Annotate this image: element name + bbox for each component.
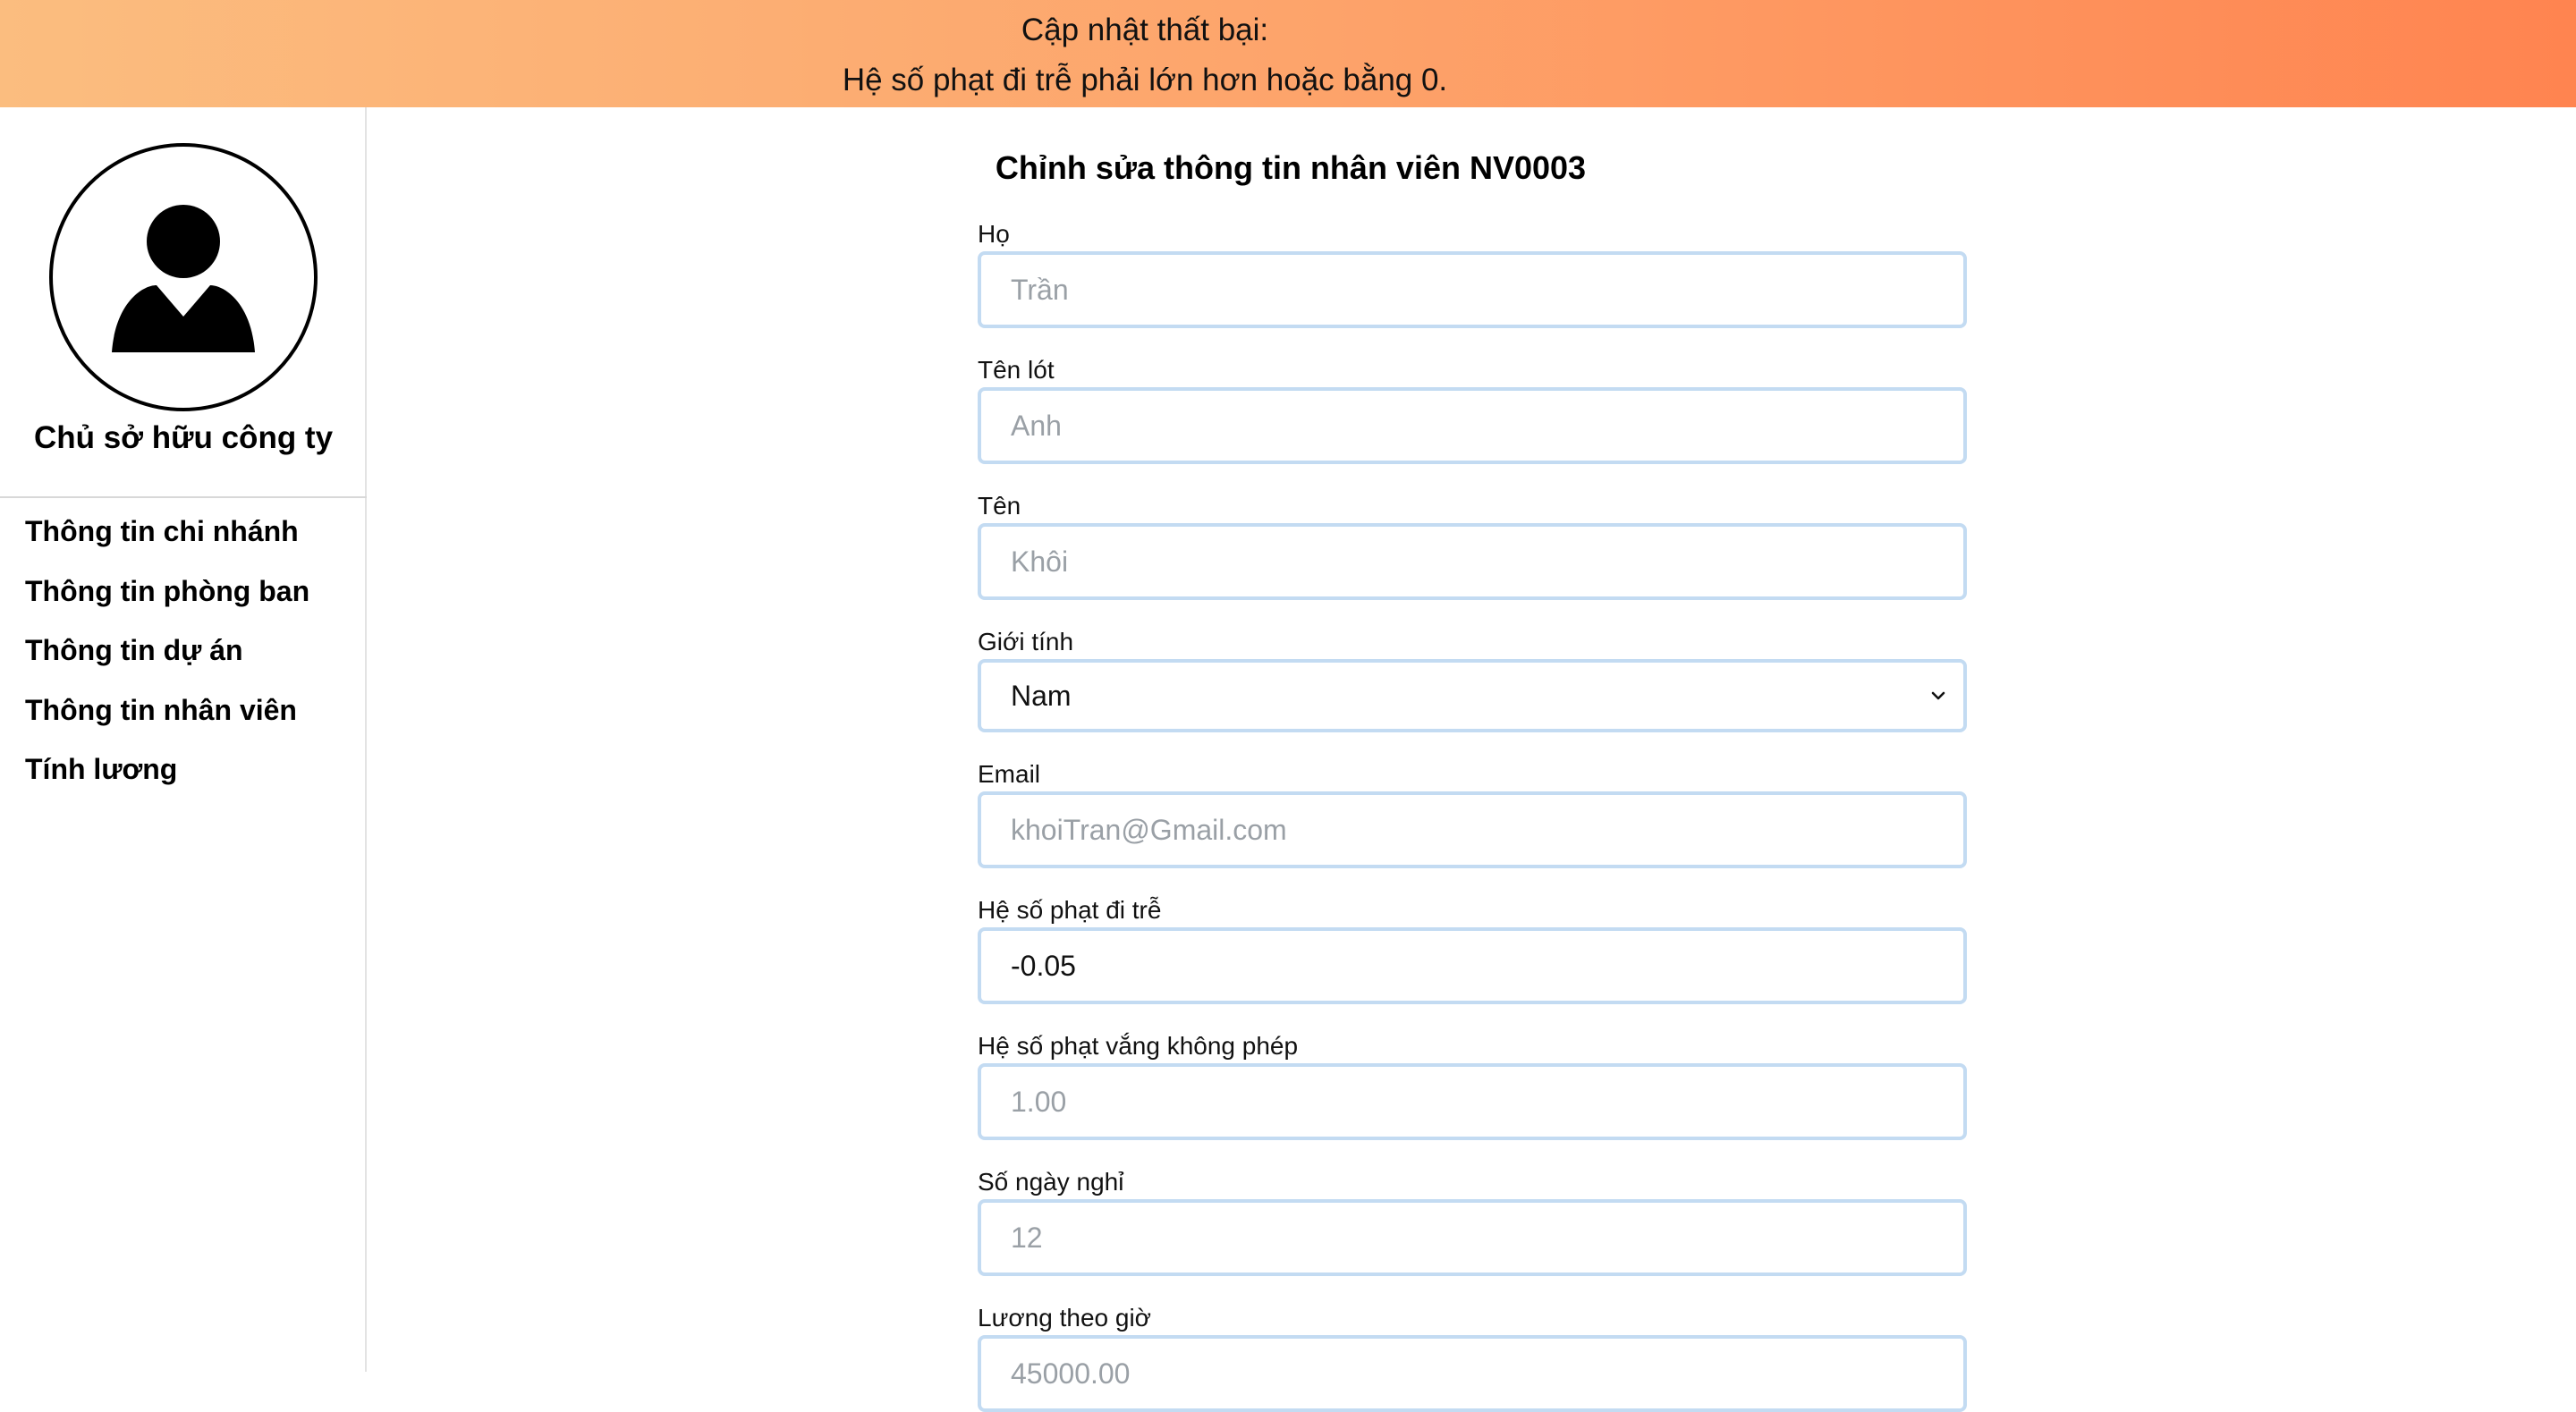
gender-select[interactable]: Nam: [978, 659, 1967, 732]
hourly-wage-input[interactable]: [1011, 1357, 1905, 1391]
field-hourly-wage: Lương theo giờ: [978, 1303, 1967, 1412]
sidebar: Chủ sở hữu công ty Thông tin chi nhánh T…: [0, 107, 367, 1372]
middle-name-input[interactable]: [1011, 409, 1905, 443]
field-gender: Giới tính Nam: [978, 627, 1967, 732]
field-first-name: Tên: [978, 491, 1967, 600]
days-off-input-box: [978, 1199, 1967, 1276]
field-email: Email: [978, 759, 1967, 868]
field-late-penalty: Hệ số phạt đi trễ: [978, 895, 1967, 1004]
absence-penalty-input[interactable]: [1011, 1085, 1905, 1119]
absence-penalty-input-box: [978, 1063, 1967, 1140]
error-banner: Cập nhật thất bại: Hệ số phạt đi trễ phả…: [0, 0, 2576, 107]
field-label: Tên: [978, 492, 1021, 520]
field-label: Tên lót: [978, 356, 1055, 384]
sidebar-nav: Thông tin chi nhánh Thông tin phòng ban …: [25, 512, 309, 809]
late-penalty-input-box: [978, 927, 1967, 1004]
sidebar-item-payroll[interactable]: Tính lương: [25, 749, 309, 809]
field-label: Lương theo giờ: [978, 1304, 1152, 1332]
error-title: Cập nhật thất bại:: [1021, 13, 1269, 47]
email-input[interactable]: [1011, 813, 1905, 847]
field-middle-name: Tên lót: [978, 355, 1967, 464]
field-label: Email: [978, 760, 1041, 788]
page-title: Chỉnh sửa thông tin nhân viên NV0003: [995, 149, 1587, 186]
field-absence-penalty: Hệ số phạt vắng không phép: [978, 1031, 1967, 1140]
user-role: Chủ sở hữu công ty: [33, 420, 334, 455]
middle-name-input-box: [978, 387, 1967, 464]
field-label: Họ: [978, 220, 1010, 248]
sidebar-divider: [0, 496, 367, 498]
avatar: [49, 143, 318, 411]
sidebar-item-employees[interactable]: Thông tin nhân viên: [25, 690, 309, 750]
user-silhouette-icon: [112, 205, 255, 352]
field-label: Hệ số phạt đi trễ: [978, 896, 1162, 924]
late-penalty-input[interactable]: [1011, 949, 1905, 983]
field-label: Giới tính: [978, 628, 1074, 655]
sidebar-item-branches[interactable]: Thông tin chi nhánh: [25, 512, 309, 571]
error-message: Hệ số phạt đi trễ phải lớn hơn hoặc bằng…: [842, 63, 1448, 97]
field-days-off: Số ngày nghỉ: [978, 1167, 1967, 1276]
hourly-wage-input-box: [978, 1335, 1967, 1412]
chevron-down-icon: [1931, 691, 1945, 700]
field-label: Số ngày nghỉ: [978, 1168, 1124, 1196]
last-name-input-box: [978, 251, 1967, 328]
first-name-input[interactable]: [1011, 545, 1905, 579]
last-name-input[interactable]: [1011, 273, 1905, 307]
field-label: Hệ số phạt vắng không phép: [978, 1032, 1299, 1060]
days-off-input[interactable]: [1011, 1221, 1905, 1255]
gender-select-value: Nam: [1011, 679, 1072, 712]
sidebar-item-departments[interactable]: Thông tin phòng ban: [25, 571, 309, 631]
email-input-box: [978, 791, 1967, 868]
first-name-input-box: [978, 523, 1967, 600]
field-last-name: Họ: [978, 219, 1967, 328]
sidebar-item-projects[interactable]: Thông tin dự án: [25, 630, 309, 690]
